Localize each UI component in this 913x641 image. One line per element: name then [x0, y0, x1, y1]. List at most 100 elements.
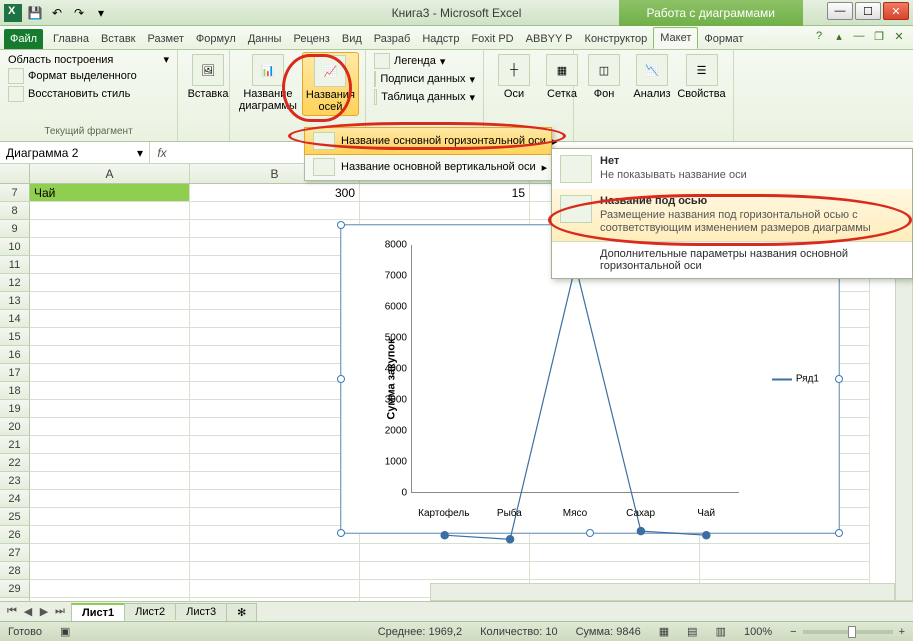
qat-dropdown-icon[interactable]: ▾	[92, 4, 110, 22]
cell[interactable]	[190, 220, 360, 238]
cell[interactable]	[30, 436, 190, 454]
cell[interactable]	[30, 400, 190, 418]
cell[interactable]	[30, 490, 190, 508]
fx-icon[interactable]: fx	[150, 146, 174, 160]
cell[interactable]: Чай	[30, 184, 190, 202]
cell[interactable]	[190, 472, 360, 490]
properties-button[interactable]: ☰Свойства	[676, 52, 727, 139]
cell[interactable]	[30, 364, 190, 382]
chart-element-selector[interactable]: Область построения▾	[6, 52, 171, 67]
tab-formulas[interactable]: Формул	[190, 29, 242, 49]
select-all-corner[interactable]	[0, 164, 30, 183]
sheet-nav-buttons[interactable]: ⏮◀▶⏭	[0, 605, 72, 618]
column-header-A[interactable]: A	[30, 164, 190, 183]
cell[interactable]	[30, 544, 190, 562]
row-header[interactable]: 19	[0, 400, 30, 418]
cell[interactable]	[30, 202, 190, 220]
row-header[interactable]: 21	[0, 436, 30, 454]
ribbon-minimize-icon[interactable]: ▴	[831, 30, 847, 43]
tab-developer[interactable]: Разраб	[368, 29, 417, 49]
cell[interactable]	[30, 562, 190, 580]
tab-foxit[interactable]: Foxit PD	[465, 29, 519, 49]
tab-home[interactable]: Главна	[47, 29, 95, 49]
tab-addins[interactable]: Надстр	[416, 29, 465, 49]
flyout-more-options[interactable]: Дополнительные параметры названия основн…	[552, 242, 912, 278]
row-header[interactable]: 16	[0, 346, 30, 364]
axes-button[interactable]: ┼Оси	[490, 52, 538, 139]
cell[interactable]	[190, 238, 360, 256]
doc-restore-icon[interactable]: ❐	[871, 30, 887, 43]
row-header[interactable]: 8	[0, 202, 30, 220]
row-header[interactable]: 13	[0, 292, 30, 310]
data-labels-button[interactable]: Подписи данных ▾	[372, 70, 477, 88]
cell[interactable]	[30, 292, 190, 310]
cell[interactable]: 300	[190, 184, 360, 202]
row-header[interactable]: 11	[0, 256, 30, 274]
plot-background-button[interactable]: ◫Фон	[580, 52, 628, 139]
cell[interactable]	[190, 454, 360, 472]
new-sheet-button[interactable]: ✻	[226, 603, 257, 621]
tab-insert[interactable]: Вставк	[95, 29, 142, 49]
tab-chart-layout[interactable]: Макет	[653, 27, 698, 49]
cell[interactable]	[30, 220, 190, 238]
doc-minimize-icon[interactable]: —	[851, 30, 867, 43]
tab-view[interactable]: Вид	[336, 29, 368, 49]
cell[interactable]	[30, 382, 190, 400]
cell[interactable]	[190, 364, 360, 382]
cell[interactable]	[190, 274, 360, 292]
cell[interactable]	[190, 292, 360, 310]
undo-icon[interactable]: ↶	[48, 4, 66, 22]
reset-style-button[interactable]: Восстановить стиль	[6, 85, 171, 103]
data-table-button[interactable]: Таблица данных ▾	[372, 88, 477, 106]
tab-data[interactable]: Данны	[242, 29, 288, 49]
help-icon[interactable]: ?	[811, 30, 827, 43]
row-header[interactable]: 15	[0, 328, 30, 346]
cell[interactable]	[190, 400, 360, 418]
row-header[interactable]: 27	[0, 544, 30, 562]
row-header[interactable]: 25	[0, 508, 30, 526]
chart-legend[interactable]: Ряд1	[772, 374, 819, 385]
view-page-break-icon[interactable]: ▥	[716, 625, 726, 638]
tab-abbyy[interactable]: ABBYY P	[520, 29, 579, 49]
cell[interactable]	[190, 526, 360, 544]
doc-close-icon[interactable]: ✕	[891, 30, 907, 43]
cell[interactable]	[30, 328, 190, 346]
redo-icon[interactable]: ↷	[70, 4, 88, 22]
cell[interactable]	[30, 346, 190, 364]
sheet-tab-3[interactable]: Лист3	[175, 603, 227, 620]
cell[interactable]: 15	[360, 184, 530, 202]
row-header[interactable]: 12	[0, 274, 30, 292]
cell[interactable]	[30, 508, 190, 526]
tab-page-layout[interactable]: Размет	[142, 29, 190, 49]
axis-titles-button[interactable]: 📈 Названия осей	[302, 52, 359, 116]
cell[interactable]	[190, 544, 360, 562]
cell[interactable]	[190, 202, 360, 220]
row-header[interactable]: 23	[0, 472, 30, 490]
maximize-button[interactable]: ☐	[855, 2, 881, 20]
cell[interactable]	[190, 508, 360, 526]
cell[interactable]	[190, 256, 360, 274]
zoom-level[interactable]: 100%	[744, 626, 772, 638]
cell[interactable]	[190, 562, 360, 580]
row-header[interactable]: 17	[0, 364, 30, 382]
legend-button[interactable]: Легенда ▾	[372, 52, 477, 70]
save-icon[interactable]: 💾	[26, 4, 44, 22]
cell[interactable]	[30, 256, 190, 274]
cell[interactable]	[30, 454, 190, 472]
cell[interactable]	[190, 382, 360, 400]
submenu-horizontal-axis-title[interactable]: Название основной горизонтальной оси▸	[304, 127, 552, 155]
minimize-button[interactable]: —	[827, 2, 853, 20]
cell[interactable]	[30, 310, 190, 328]
analysis-button[interactable]: 📉Анализ	[628, 52, 676, 139]
row-header[interactable]: 20	[0, 418, 30, 436]
chart-plot-area[interactable]	[411, 245, 739, 493]
row-header[interactable]: 7	[0, 184, 30, 202]
cell[interactable]	[190, 346, 360, 364]
cell[interactable]	[30, 472, 190, 490]
cell[interactable]	[30, 580, 190, 598]
zoom-slider[interactable]: −+	[790, 626, 905, 638]
tab-review[interactable]: Реценз	[287, 29, 335, 49]
cell[interactable]	[190, 580, 360, 598]
cell[interactable]	[30, 418, 190, 436]
flyout-option-none[interactable]: НетНе показывать название оси	[552, 149, 912, 189]
